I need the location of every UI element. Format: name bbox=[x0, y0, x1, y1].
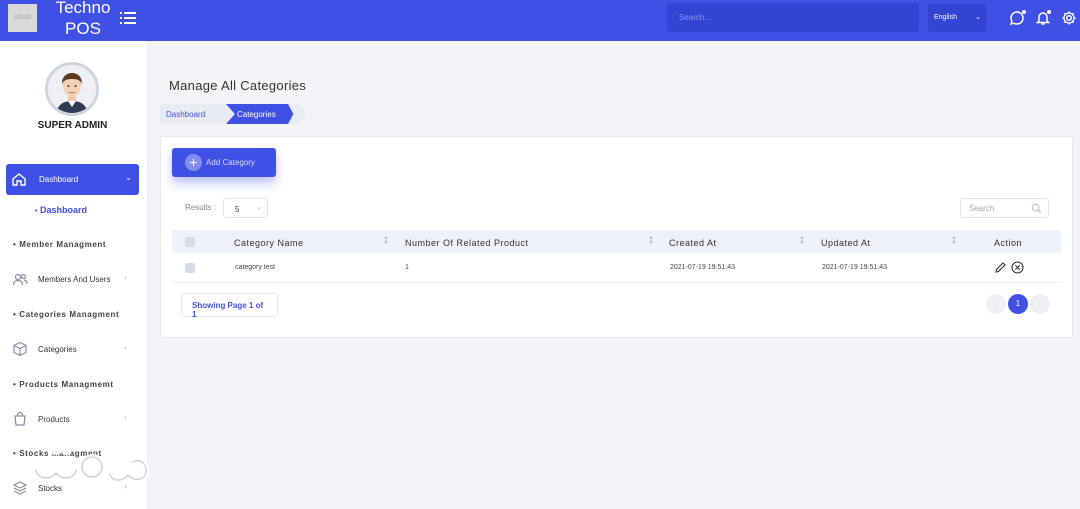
sidebar-item-label: Members And Users bbox=[38, 275, 111, 284]
sort-icon[interactable]: ▲ ▼ bbox=[951, 235, 957, 246]
logo-placeholder: LOGO bbox=[8, 4, 37, 32]
top-bar: LOGO Techno POS Search... English ⌄ bbox=[0, 0, 1080, 41]
results-per-page-select[interactable]: 5 ⌄ bbox=[223, 198, 268, 218]
bullet-icon: • bbox=[13, 449, 17, 458]
breadcrumb-categories: Categories bbox=[226, 104, 300, 124]
add-category-button[interactable]: + Add Category bbox=[172, 148, 276, 177]
chevron-right-icon: › bbox=[124, 343, 127, 352]
brand-line-2: POS bbox=[65, 19, 101, 38]
cell-category-name: category test bbox=[235, 264, 276, 271]
chevron-right-icon: › bbox=[124, 413, 127, 422]
section-products-management: • Products Managmemt bbox=[13, 380, 114, 389]
section-title: Products Managmemt bbox=[19, 380, 114, 389]
layers-icon bbox=[12, 481, 28, 495]
results-label: Results : bbox=[185, 203, 217, 212]
section-categories-management: • Categories Managment bbox=[13, 310, 119, 319]
pagination-next-button[interactable]: › bbox=[1030, 294, 1050, 314]
select-all-checkbox[interactable] bbox=[185, 237, 195, 247]
sidebar-item-categories[interactable]: Categories › bbox=[0, 339, 145, 359]
section-member-management: • Member Managment bbox=[13, 240, 106, 249]
column-header-action: Action bbox=[994, 238, 1023, 248]
global-search-input[interactable]: Search... bbox=[667, 3, 919, 32]
breadcrumb-dashboard[interactable]: Dashboard bbox=[160, 104, 238, 124]
avatar bbox=[45, 62, 99, 116]
chevron-down-icon: ⌄ bbox=[975, 14, 981, 21]
page-title: Manage All Categories bbox=[169, 78, 307, 93]
bag-icon bbox=[14, 411, 26, 426]
sidebar-item-dashboard[interactable]: Dashboard ⌄ bbox=[6, 164, 139, 195]
results-value: 5 bbox=[235, 205, 240, 214]
box-icon bbox=[13, 341, 27, 357]
chevron-down-icon: ⌄ bbox=[256, 204, 262, 211]
cell-related-count: 1 bbox=[405, 264, 409, 271]
user-name: SUPER ADMIN bbox=[37, 120, 108, 131]
sidebar-item-members[interactable]: Members And Users › bbox=[0, 269, 145, 289]
row-checkbox[interactable] bbox=[185, 263, 195, 273]
sort-icon[interactable]: ▲ ▼ bbox=[648, 235, 654, 246]
gear-icon[interactable] bbox=[1061, 10, 1077, 26]
plus-icon: + bbox=[185, 154, 202, 171]
add-category-label: Add Category bbox=[206, 158, 255, 167]
column-header-category-name[interactable]: Category Name bbox=[234, 238, 304, 248]
bullet-icon: • bbox=[35, 208, 38, 215]
cell-created-at: 2021-07-19 19:51:43 bbox=[670, 264, 735, 271]
cell-updated-at: 2021-07-19 19:51:43 bbox=[822, 264, 887, 271]
section-title: Member Managment bbox=[19, 240, 107, 249]
bullet-icon: • bbox=[13, 240, 17, 249]
chevron-down-icon: ⌄ bbox=[125, 173, 132, 182]
section-title: Categories Managment bbox=[19, 310, 120, 319]
table-header: Category Name ▲ ▼ Number Of Related Produ… bbox=[172, 230, 1061, 253]
menu-icon[interactable] bbox=[120, 11, 136, 25]
sort-icon[interactable]: ▲ ▼ bbox=[383, 235, 389, 246]
search-icon bbox=[1031, 203, 1042, 214]
column-header-related-products[interactable]: Number Of Related Product bbox=[405, 238, 529, 248]
bullet-icon: • bbox=[13, 380, 17, 389]
chevron-right-icon: › bbox=[124, 273, 127, 282]
brand-name: Techno POS bbox=[50, 0, 116, 39]
sidebar-item-label: Dashboard bbox=[39, 175, 79, 184]
table-search-input[interactable]: Search bbox=[960, 198, 1049, 218]
pagination-prev-button[interactable]: ‹ bbox=[986, 294, 1006, 314]
brand-line-1: Techno bbox=[55, 0, 111, 17]
language-select[interactable]: English ⌄ bbox=[928, 4, 986, 32]
chat-notification-dot bbox=[1022, 10, 1026, 14]
watermark-logo bbox=[33, 441, 150, 483]
sort-icon[interactable]: ▲ ▼ bbox=[799, 235, 805, 246]
home-icon bbox=[12, 173, 26, 186]
search-placeholder: Search bbox=[969, 204, 995, 213]
sidebar-item-label: Categories bbox=[38, 345, 77, 354]
pagination-page-1[interactable]: 1 bbox=[1008, 294, 1028, 314]
column-header-created-at[interactable]: Created At bbox=[669, 238, 717, 248]
table-row: category test 1 2021-07-19 19:51:43 2021… bbox=[172, 253, 1061, 283]
user-avatar-icon bbox=[48, 65, 96, 113]
column-header-updated-at[interactable]: Updated At bbox=[821, 238, 871, 248]
bullet-icon: • bbox=[13, 310, 17, 319]
edit-icon[interactable] bbox=[994, 261, 1007, 274]
pagination-info: Showing Page 1 of 1 bbox=[181, 293, 278, 319]
sidebar-subitem-dashboard[interactable]: • Dashboard bbox=[35, 205, 87, 215]
language-value: English bbox=[934, 14, 957, 21]
users-icon bbox=[12, 273, 28, 286]
sidebar-item-label: Products bbox=[38, 415, 70, 424]
sidebar-subitem-label: Dashboard bbox=[39, 205, 87, 215]
sidebar-item-products[interactable]: Products › bbox=[0, 409, 145, 429]
delete-icon[interactable] bbox=[1011, 261, 1024, 274]
bell-notification-dot bbox=[1047, 10, 1051, 14]
